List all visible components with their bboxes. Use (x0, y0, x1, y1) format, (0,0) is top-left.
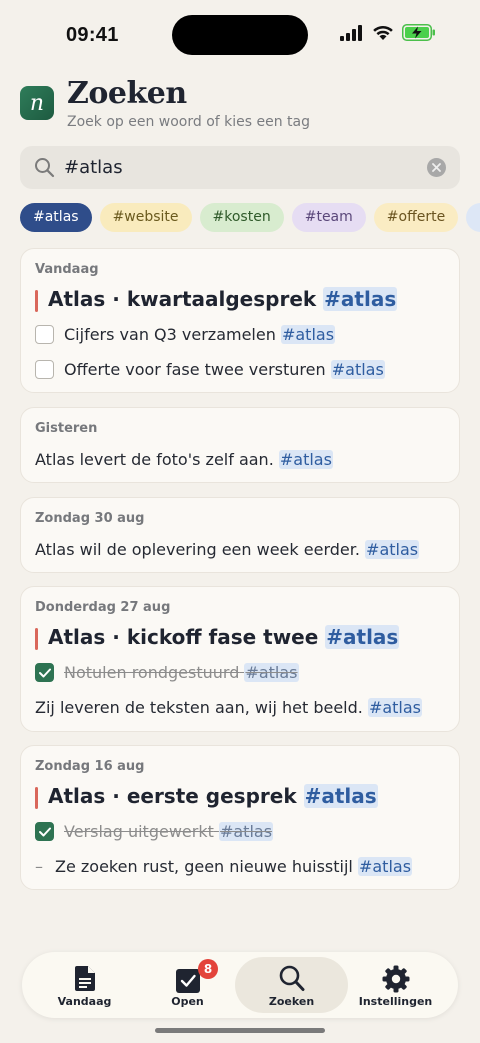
tag-chip-th[interactable]: #th (466, 203, 480, 232)
card-date: Donderdag 27 aug (35, 600, 171, 615)
tag-link[interactable]: #atlas (325, 625, 400, 649)
tag-link[interactable]: #atlas (323, 287, 398, 311)
card-date: Zondag 30 aug (35, 511, 145, 526)
tag-chip-team[interactable]: #team (291, 203, 366, 232)
note-text: Zij leveren de teksten aan, wij het beel… (35, 698, 423, 717)
task-checkbox-checked[interactable] (35, 663, 54, 682)
clear-search-icon[interactable] (427, 158, 446, 177)
entry-card-zondag-30-aug[interactable]: Zondag 30 aug Atlas wil de oplevering ee… (20, 497, 460, 573)
entry-title-text: Atlas · kwartaalgesprek (48, 287, 317, 311)
document-icon (74, 966, 95, 991)
tag-link[interactable]: #atlas (330, 360, 385, 379)
card-date: Gisteren (35, 421, 98, 436)
home-indicator (155, 1028, 325, 1033)
battery-charging-icon (402, 24, 435, 41)
tab-instellingen[interactable]: Instellingen (339, 957, 452, 1013)
entry-card-zondag-16-aug[interactable]: Zondag 16 aug Atlas · eerste gesprek #at… (20, 745, 460, 890)
wifi-icon (373, 25, 393, 40)
checkmark-icon (38, 668, 51, 677)
tag-chip-website[interactable]: #website (99, 203, 192, 232)
tag-link[interactable]: #atlas (278, 450, 333, 469)
tag-chip-kosten[interactable]: #kosten (199, 203, 284, 232)
entry-title[interactable]: Atlas · kickoff fase twee #atlas (35, 625, 400, 650)
search-icon (279, 965, 304, 991)
search-bar[interactable] (20, 146, 460, 189)
task-text-done: Notulen rondgestuurd #atlas (64, 663, 299, 682)
tag-link[interactable]: #atlas (365, 540, 420, 559)
gear-icon (382, 965, 409, 993)
app-logo: n (20, 86, 54, 120)
tab-bar: Vandaag 8 Open Zoeken Instellingen (22, 952, 458, 1018)
entry-card-gisteren[interactable]: Gisteren Atlas levert de foto's zelf aan… (20, 407, 460, 483)
task-text: Cijfers van Q3 verzamelen #atlas (64, 325, 336, 344)
entry-title[interactable]: Atlas · eerste gesprek #atlas (35, 784, 378, 809)
entry-accent-bar (35, 290, 38, 312)
search-input[interactable] (64, 146, 434, 189)
entry-accent-bar (35, 628, 38, 650)
entry-accent-bar (35, 787, 38, 809)
entry-card-donderdag-27-aug[interactable]: Donderdag 27 aug Atlas · kickoff fase tw… (20, 586, 460, 732)
checkmark-icon (38, 827, 51, 836)
task-checkbox[interactable] (35, 360, 54, 379)
tag-chip-atlas[interactable]: #atlas (20, 203, 92, 232)
tab-label: Open (171, 995, 204, 1008)
status-time: 09:41 (66, 24, 119, 46)
note-text: Atlas levert de foto's zelf aan. #atlas (35, 450, 333, 469)
cellular-signal-icon (340, 24, 362, 41)
entry-title[interactable]: Atlas · kwartaalgesprek #atlas (35, 287, 398, 312)
entry-title-text: Atlas · kickoff fase twee (48, 625, 319, 649)
tag-link[interactable]: #atlas (244, 663, 299, 682)
note-text: Atlas wil de oplevering een week eerder.… (35, 540, 420, 559)
card-date: Vandaag (35, 262, 99, 277)
tag-link[interactable]: #atlas (280, 325, 336, 344)
tag-link[interactable]: #atlas (367, 698, 423, 717)
tab-zoeken[interactable]: Zoeken (235, 957, 348, 1013)
tab-label: Instellingen (358, 995, 433, 1008)
task-checkbox-checked[interactable] (35, 822, 54, 841)
entry-title-text: Atlas · eerste gesprek (48, 784, 297, 808)
bullet-dash: – (35, 857, 43, 876)
page-subtitle: Zoek op een woord of kies een tag (67, 114, 311, 130)
tag-filter-row: #atlas#website#kosten#team#offerte #th (20, 203, 480, 233)
tag-chip-offerte[interactable]: #offerte (373, 203, 459, 232)
tag-link[interactable]: #atlas (218, 822, 274, 841)
status-bar: 09:41 (0, 0, 480, 72)
tab-label: Vandaag (57, 995, 112, 1008)
open-count-badge: 8 (198, 959, 218, 979)
tag-link[interactable]: #atlas (357, 857, 413, 876)
page-header: n Zoeken Zoek op een woord of kies een t… (20, 76, 460, 134)
task-checkbox[interactable] (35, 325, 54, 344)
tab-open[interactable]: 8 Open (131, 957, 244, 1013)
bullet-text: Ze zoeken rust, geen nieuwe huisstijl #a… (55, 857, 413, 876)
tag-link[interactable]: #atlas (303, 784, 378, 808)
tab-label: Zoeken (268, 995, 315, 1008)
checkbox-icon (175, 969, 200, 993)
card-date: Zondag 16 aug (35, 759, 145, 774)
dynamic-island (172, 15, 308, 55)
task-text: Offerte voor fase twee versturen #atlas (64, 360, 385, 379)
tab-vandaag[interactable]: Vandaag (28, 957, 141, 1013)
status-icons (340, 24, 436, 41)
search-icon (35, 158, 55, 178)
task-text-done: Verslag uitgewerkt #atlas (64, 822, 274, 841)
entry-card-vandaag[interactable]: Vandaag Atlas · kwartaalgesprek #atlas C… (20, 248, 460, 393)
page-title: Zoeken (67, 76, 187, 111)
